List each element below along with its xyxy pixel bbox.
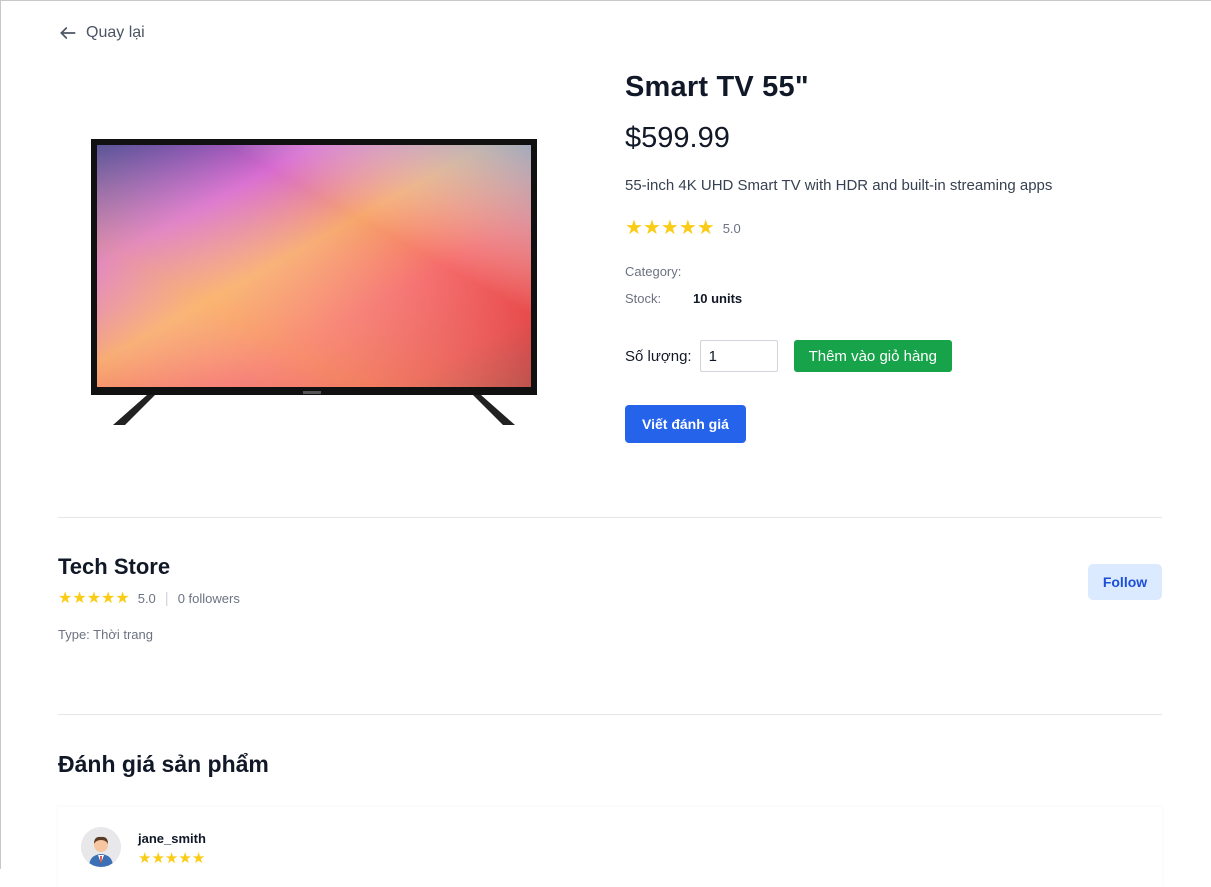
follow-button[interactable]: Follow: [1088, 564, 1162, 600]
arrow-left-icon: [60, 27, 76, 39]
star-icon: ★: [191, 850, 206, 867]
divider: [58, 517, 1162, 518]
separator: |: [164, 590, 169, 607]
product-image: [85, 129, 545, 431]
star-icon: ★: [642, 217, 661, 239]
star-icon: ★: [164, 850, 179, 867]
star-icon: ★: [678, 217, 697, 239]
stock-row: Stock: 10 units: [625, 291, 1165, 306]
star-icon: ★: [58, 589, 73, 607]
star-icon: ★: [178, 850, 192, 867]
store-name: Tech Store: [58, 554, 171, 579]
reviews-heading: Đánh giá sản phẩm: [58, 751, 269, 777]
store-followers: 0 followers: [177, 591, 240, 606]
add-to-cart-button[interactable]: Thêm vào giỏ hàng: [793, 340, 952, 372]
user-avatar-icon: [81, 827, 121, 867]
product-description: 55-inch 4K UHD Smart TV with HDR and bui…: [625, 177, 1053, 194]
store-type: Type: Thời trang: [58, 627, 153, 642]
divider: [58, 714, 1162, 715]
product-rating-value: 5.0: [722, 220, 741, 236]
product-rating: ★ ★ ★ ★ ★ 5.0: [625, 218, 1165, 238]
star-icon: ★: [86, 589, 102, 607]
back-link[interactable]: Quay lại: [58, 23, 145, 43]
star-icon: ★: [151, 850, 165, 867]
star-icon: ★: [101, 589, 116, 607]
quantity-label: Số lượng:: [625, 347, 692, 365]
stock-label: Stock:: [625, 291, 662, 306]
product-info: Smart TV 55" $599.99 55-inch 4K UHD Smar…: [625, 71, 1165, 443]
star-icon: ★: [660, 217, 679, 239]
product-price: $599.99: [625, 122, 730, 154]
quantity-row: Số lượng: Thêm vào giỏ hàng: [625, 340, 1165, 372]
star-icon: ★: [138, 850, 152, 867]
store-rating-value: 5.0: [137, 591, 156, 606]
back-label: Quay lại: [86, 24, 145, 41]
category-row: Category:: [625, 264, 1165, 279]
stock-value: 10 units: [693, 291, 743, 306]
review-rating: ★ ★ ★ ★ ★: [138, 851, 205, 866]
star-icon: ★: [696, 217, 715, 239]
reviewer-name: jane_smith: [138, 831, 206, 846]
store-section: Tech Store ★ ★ ★ ★ ★ 5.0 | 0 followers T…: [58, 554, 1162, 642]
store-meta: ★ ★ ★ ★ ★ 5.0 | 0 followers: [58, 590, 1162, 607]
star-icon: ★: [115, 589, 130, 607]
star-icon: ★: [72, 589, 87, 607]
product-title: Smart TV 55": [625, 71, 809, 103]
star-icon: ★: [625, 217, 643, 239]
quantity-input[interactable]: [699, 340, 778, 372]
category-label: Category:: [625, 264, 682, 279]
write-review-button[interactable]: Viết đánh giá: [625, 405, 746, 443]
review-card: jane_smith ★ ★ ★ ★ ★: [58, 807, 1162, 887]
